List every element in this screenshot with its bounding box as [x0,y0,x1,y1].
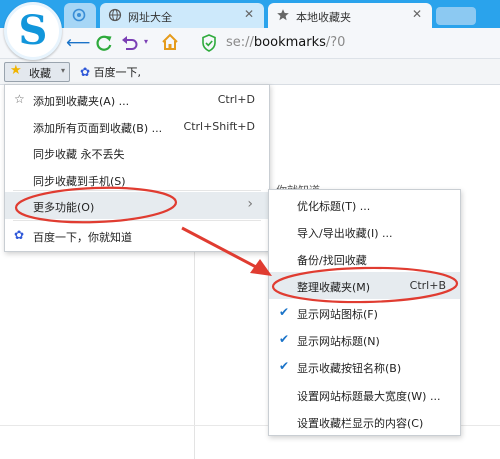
favorites-menu: ☆ 添加到收藏夹(A) ... Ctrl+D 添加所有页面到收藏(B) ... … [4,84,270,252]
chevron-down-icon[interactable]: ▾ [144,37,148,46]
new-tab-button[interactable] [436,7,476,25]
menu-item-set-bar-content[interactable]: 设置收藏栏显示的内容(C) [269,408,460,435]
menu-item-sync-to-phone[interactable]: 同步收藏到手机(S) [5,166,269,193]
address-suffix: /?0 [325,35,346,50]
menu-separator [13,220,261,221]
address-path: bookmarks [253,35,326,50]
bookmark-baidu[interactable]: ✿ 百度一下, [80,64,141,80]
menu-item-import-export[interactable]: 导入/导出收藏(I) ... [269,218,460,245]
menu-item-label: 百度一下，你就知道 [33,231,132,244]
checkmark-icon: ✔ [279,332,290,346]
chevron-down-icon: ▾ [60,66,65,75]
globe-icon [108,8,122,22]
checkmark-icon: ✔ [279,359,290,373]
menu-item-label: 显示收藏按钮名称(B) [297,362,402,375]
baidu-paw-icon: ✿ [80,65,91,79]
more-functions-submenu: 优化标题(T) ... 导入/导出收藏(I) ... 备份/找回收藏 整理收藏夹… [268,189,461,436]
menu-item-shortcut: Ctrl+Shift+D [183,120,255,133]
star-outline-icon: ☆ [14,92,25,106]
back-arrow-icon[interactable]: ⟵ [66,33,90,53]
menu-item-more-functions[interactable]: 更多功能(O) › [5,192,269,219]
menu-item-show-site-icon[interactable]: ✔ 显示网站图标(F) [269,299,460,326]
menu-item-label: 优化标题(T) ... [297,200,371,213]
menu-item-backup-restore[interactable]: 备份/找回收藏 [269,245,460,272]
menu-item-label: 显示网站图标(F) [297,308,378,321]
tab-local-bookmarks[interactable]: 本地收藏夹 ✕ [268,3,432,28]
menu-item-show-site-title[interactable]: ✔ 显示网站标题(N) [269,326,460,353]
menu-item-label: 备份/找回收藏 [297,254,367,267]
shield-icon [202,34,216,52]
menu-item-organize-favorites[interactable]: 整理收藏夹(M) Ctrl+B [269,272,460,299]
home-icon[interactable] [160,32,180,52]
navigation-bar: ⟵ ▾ se://bookmarks/?0 [0,28,500,59]
bookmarks-bar: ★ 收藏 ▾ ✿ 百度一下, [0,59,500,85]
menu-item-add-favorite[interactable]: ☆ 添加到收藏夹(A) ... Ctrl+D [5,86,269,113]
menu-item-label: 显示网站标题(N) [297,335,380,348]
baidu-paw-icon: ✿ [14,228,25,242]
favorites-button[interactable]: ★ 收藏 ▾ [4,62,70,82]
tab-sougou[interactable] [64,3,96,28]
close-icon[interactable]: ✕ [244,7,254,21]
close-icon[interactable]: ✕ [412,7,422,21]
menu-item-label: 添加到收藏夹(A) ... [33,95,130,108]
star-icon [277,9,289,21]
chevron-right-icon: › [247,196,253,212]
menu-item-label: 设置网站标题最大宽度(W) ... [297,390,441,403]
bookmark-label: 百度一下, [93,66,142,79]
undo-icon[interactable] [120,33,142,53]
favorites-label: 收藏 [29,67,51,80]
menu-item-sync-favorites[interactable]: 同步收藏 永不丢失 [5,139,269,166]
tab-title: 本地收藏夹 [296,11,351,24]
menu-item-set-title-width[interactable]: 设置网站标题最大宽度(W) ... [269,381,460,408]
tab-title: 网址大全 [128,11,172,24]
menu-item-show-button-name[interactable]: ✔ 显示收藏按钮名称(B) [269,353,460,380]
address-scheme: se:// [226,35,254,50]
sougou-logo: S [4,2,62,60]
refresh-icon[interactable] [94,33,114,53]
menu-item-label: 更多功能(O) [33,201,95,214]
tab-strip: 网址大全 ✕ 本地收藏夹 ✕ [0,0,500,28]
menu-item-label: 添加所有页面到收藏(B) ... [33,122,163,135]
menu-separator [13,190,261,191]
tab-url-directory[interactable]: 网址大全 ✕ [100,3,264,28]
menu-item-shortcut: Ctrl+B [409,279,446,292]
menu-item-label: 设置收藏栏显示的内容(C) [297,417,424,430]
menu-item-optimize-title[interactable]: 优化标题(T) ... [269,191,460,218]
menu-item-add-all-pages[interactable]: 添加所有页面到收藏(B) ... Ctrl+Shift+D [5,113,269,140]
menu-item-shortcut: Ctrl+D [217,93,255,106]
menu-item-label: 同步收藏 永不丢失 [33,148,125,161]
menu-item-baidu[interactable]: ✿ 百度一下，你就知道 [5,222,269,249]
sougou-tab-icon [72,8,86,22]
address-field[interactable]: se://bookmarks/?0 [226,35,345,50]
menu-item-label: 整理收藏夹(M) [297,281,371,294]
menu-item-label: 同步收藏到手机(S) [33,175,126,188]
star-icon: ★ [10,63,22,78]
checkmark-icon: ✔ [279,305,290,319]
menu-item-label: 导入/导出收藏(I) ... [297,227,393,240]
